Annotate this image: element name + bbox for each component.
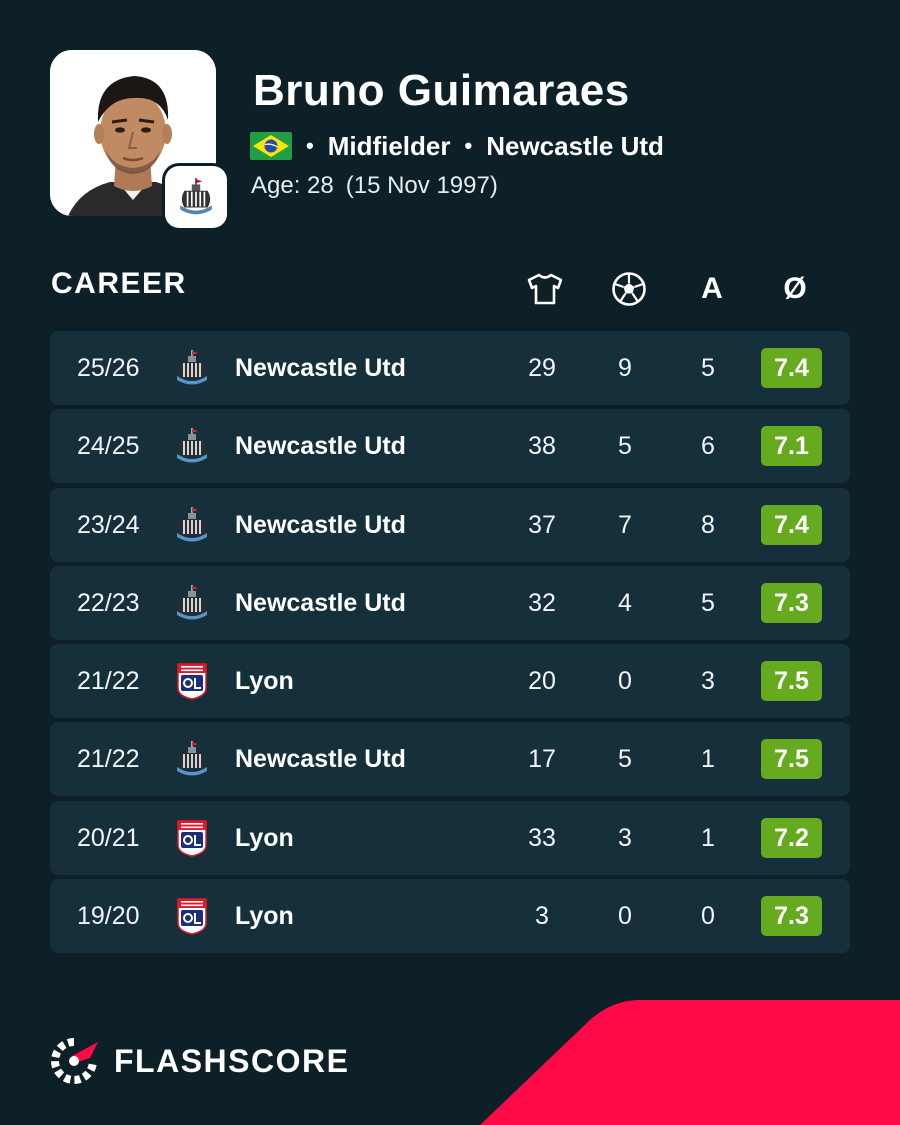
lyon-crest-icon [172, 661, 212, 701]
appearances-value: 37 [528, 510, 556, 539]
brazil-flag-icon [250, 132, 292, 160]
assists-column-header: A [701, 272, 723, 305]
assists-value: 1 [701, 823, 715, 852]
rating-badge: 7.1 [761, 426, 822, 467]
player-career-card: Bruno Guimaraes • Midfielder • Newcastle… [0, 0, 900, 1125]
team-name: Newcastle Utd [235, 432, 406, 461]
assists-value: 0 [701, 902, 715, 931]
newcastle-crest-icon [172, 739, 212, 779]
rating-badge: 7.3 [761, 896, 822, 937]
newcastle-crest-icon [172, 426, 212, 466]
appearances-column-header [525, 271, 565, 307]
season-label: 21/22 [77, 745, 140, 774]
goals-value: 5 [618, 745, 632, 774]
appearances-value: 20 [528, 667, 556, 696]
career-row: 20/21 Lyon 33 3 1 7.2 [50, 800, 850, 875]
newcastle-crest-icon [180, 178, 212, 215]
newcastle-crest-icon [172, 505, 212, 545]
appearances-value: 17 [528, 745, 556, 774]
player-team: Newcastle Utd [486, 130, 664, 161]
rating-column-header: Ø [783, 272, 807, 305]
flashscore-logo-icon [51, 1038, 98, 1084]
goals-column-header [609, 271, 649, 307]
player-position: Midfielder [327, 130, 451, 161]
career-row: 23/24 Newcastle Utd 37 7 8 7.4 [50, 487, 850, 562]
career-row: 22/23 Newcastle Utd 32 4 5 7.3 [50, 565, 850, 640]
season-label: 25/26 [77, 354, 140, 382]
season-label: 22/23 [77, 588, 140, 617]
ball-icon [612, 272, 646, 306]
goals-value: 5 [618, 432, 632, 461]
rating-badge: 7.3 [761, 582, 822, 623]
lyon-crest-icon [172, 896, 212, 936]
team-name: Newcastle Utd [235, 588, 406, 617]
flashscore-logo: FLASHSCORE [50, 1038, 349, 1084]
rating-badge: 7.5 [761, 739, 822, 780]
appearances-value: 38 [528, 432, 556, 461]
career-row: 21/22 Lyon 20 0 3 7.5 [50, 644, 850, 719]
team-name: Newcastle Utd [235, 745, 406, 774]
separator-dot: • [464, 133, 473, 158]
assists-value: 5 [701, 354, 715, 382]
career-table: 25/26 Newcastle Utd 29 9 5 7.4 24/25 Newcastle … [50, 331, 850, 957]
assists-value: 6 [701, 432, 715, 461]
season-label: 23/24 [77, 510, 140, 539]
team-name: Newcastle Utd [235, 510, 406, 539]
rating-badge: 7.4 [761, 504, 822, 545]
goals-value: 3 [618, 823, 632, 852]
season-label: 19/20 [77, 902, 140, 931]
club-badge [165, 166, 227, 228]
assists-value: 3 [701, 667, 715, 696]
player-meta: • Midfielder • Newcastle Utd [250, 131, 664, 161]
player-age-line: Age: 28 (15 Nov 1997) [251, 172, 498, 200]
goals-value: 9 [618, 354, 632, 382]
player-dob: (15 Nov 1997) [345, 172, 498, 199]
appearances-value: 3 [535, 902, 549, 931]
season-label: 21/22 [77, 667, 140, 696]
career-row: 19/20 Lyon 3 0 0 7.3 [50, 879, 850, 954]
career-row: 24/25 Newcastle Utd 38 5 6 7.1 [50, 409, 850, 484]
career-row: 21/22 Newcastle Utd 17 5 1 7.5 [50, 722, 850, 797]
assists-value: 5 [701, 588, 715, 617]
rating-badge: 7.2 [761, 817, 822, 858]
career-title: CAREER [51, 267, 187, 300]
appearances-value: 29 [528, 354, 556, 382]
season-label: 24/25 [77, 432, 140, 461]
goals-value: 7 [618, 510, 632, 539]
appearances-value: 33 [528, 823, 556, 852]
appearances-value: 32 [528, 588, 556, 617]
assists-value: 1 [701, 745, 715, 774]
rating-badge: 7.4 [761, 348, 822, 388]
player-age: Age: 28 [251, 172, 334, 199]
goals-value: 4 [618, 588, 632, 617]
lyon-crest-icon [172, 818, 212, 858]
newcastle-crest-icon [172, 583, 212, 623]
team-name: Lyon [235, 667, 294, 696]
newcastle-crest-icon [172, 348, 212, 388]
team-name: Lyon [235, 902, 294, 931]
team-name: Lyon [235, 823, 294, 852]
assists-value: 8 [701, 510, 715, 539]
player-name: Bruno Guimaraes [253, 66, 630, 115]
goals-value: 0 [618, 667, 632, 696]
goals-value: 0 [618, 902, 632, 931]
rating-badge: 7.5 [761, 661, 822, 702]
shirt-icon [527, 273, 563, 305]
separator-dot: • [306, 133, 314, 158]
team-name: Newcastle Utd [235, 354, 406, 382]
career-row: 25/26 Newcastle Utd 29 9 5 7.4 [50, 331, 850, 405]
brand-name: FLASHSCORE [114, 1042, 350, 1079]
season-label: 20/21 [77, 823, 140, 852]
